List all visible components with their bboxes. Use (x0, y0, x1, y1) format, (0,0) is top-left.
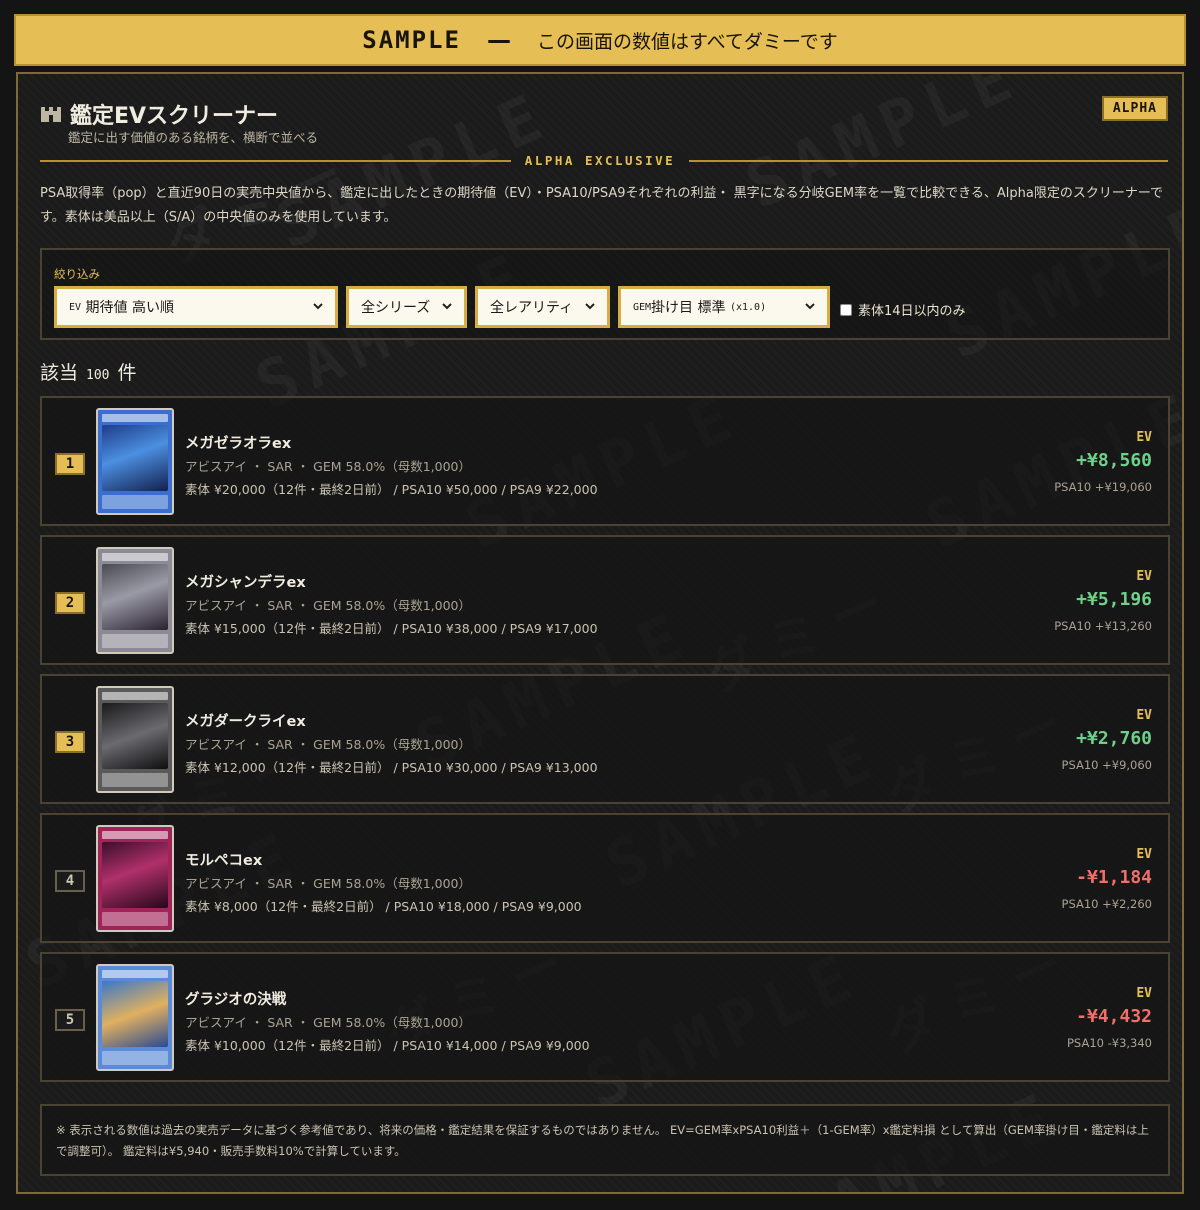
card-name: メガシャンデラex (185, 575, 306, 591)
table-row[interactable]: 1 メガゼラオラex アビスアイ ・ SAR ・ GEM 58.0%（母数1,000… (40, 396, 1170, 526)
table-row[interactable]: 2 メガシャンデラex アビスアイ ・ SAR ・ GEM 58.0%（母数1,00… (40, 535, 1170, 665)
filter-panel: 絞り込み EV 期待値 高い順 全シリーズ 全レアリティ GEM 掛け目 標準 (… (40, 248, 1170, 340)
castle-icon (40, 105, 62, 123)
screener-panel: SAMPLE SAMPLE SAMPLE SAMPLE SAMPLE SAMPL… (16, 72, 1184, 1194)
card-prices: 素体 ¥10,000（12件・最終2日前） / PSA10 ¥14,000 / … (185, 1038, 590, 1053)
footnote: ※ 表示される数値は過去の実売データに基づく参考値であり、将来の価格・鑑定結果を… (40, 1104, 1170, 1176)
card-prices: 素体 ¥20,000（12件・最終2日前） / PSA10 ¥50,000 / … (185, 482, 598, 497)
ev-value: +¥2,760 (1076, 728, 1152, 749)
sort-select[interactable]: EV 期待値 高い順 (54, 286, 338, 328)
card-name: メガダークライex (185, 714, 306, 730)
watermark: SAMPLE (266, 78, 562, 264)
table-row[interactable]: 3 メガダークライex アビスアイ ・ SAR ・ GEM 58.0%（母数1,00… (40, 674, 1170, 804)
screener-header: 鑑定EVスクリーナー (40, 98, 278, 130)
psa10-profit: PSA10 +¥2,260 (1061, 897, 1152, 911)
chevron-down-icon (585, 303, 595, 310)
card-thumbnail[interactable] (96, 686, 174, 793)
card-meta: アビスアイ ・ SAR ・ GEM 58.0%（母数1,000） (185, 876, 472, 891)
ev-value: +¥5,196 (1076, 589, 1152, 610)
banner-text: この画面の数値はすべてダミーです (536, 30, 838, 53)
card-meta: アビスアイ ・ SAR ・ GEM 58.0%（母数1,000） (185, 598, 472, 613)
banner-dash: — (486, 26, 511, 54)
table-row[interactable]: 4 モルペコex アビスアイ ・ SAR ・ GEM 58.0%（母数1,000） 素… (40, 813, 1170, 943)
ev-value: -¥1,184 (1076, 867, 1152, 888)
filter-label: 絞り込み (54, 267, 100, 281)
ev-label: EV (1136, 430, 1152, 445)
rarity-select[interactable]: 全レアリティ (475, 286, 610, 328)
rank-badge: 2 (55, 592, 85, 614)
card-thumbnail[interactable] (96, 408, 174, 515)
card-name: メガゼラオラex (185, 436, 292, 452)
card-prices: 素体 ¥15,000（12件・最終2日前） / PSA10 ¥38,000 / … (185, 621, 598, 636)
chevron-down-icon (442, 303, 452, 310)
psa10-profit: PSA10 +¥13,260 (1054, 619, 1152, 633)
card-meta: アビスアイ ・ SAR ・ GEM 58.0%（母数1,000） (185, 737, 472, 752)
rank-badge: 4 (55, 870, 85, 892)
card-prices: 素体 ¥12,000（12件・最終2日前） / PSA10 ¥30,000 / … (185, 760, 598, 775)
banner-sample-label: SAMPLE (362, 26, 461, 54)
chevron-down-icon (313, 303, 323, 310)
psa10-profit: PSA10 +¥9,060 (1061, 758, 1152, 772)
rank-badge: 5 (55, 1009, 85, 1031)
alpha-badge: ALPHA (1101, 96, 1168, 121)
card-prices: 素体 ¥8,000（12件・最終2日前） / PSA10 ¥18,000 / P… (185, 899, 582, 914)
checkbox-box[interactable] (840, 303, 852, 316)
card-meta: アビスアイ ・ SAR ・ GEM 58.0%（母数1,000） (185, 1015, 472, 1030)
card-name: グラジオの決戦 (185, 992, 287, 1008)
sample-banner: SAMPLE — この画面の数値はすべてダミーです (14, 14, 1186, 66)
page-subtitle: 鑑定に出す価値のある銘柄を、横断で並べる (68, 130, 319, 145)
series-select[interactable]: 全シリーズ (346, 286, 467, 328)
section-label: ALPHA EXCLUSIVE (18, 153, 1182, 168)
card-thumbnail[interactable] (96, 825, 174, 932)
chevron-down-icon (805, 303, 815, 310)
ev-label: EV (1136, 569, 1152, 584)
recent-14days-checkbox[interactable]: 素体14日以内のみ (840, 300, 966, 319)
rank-badge: 1 (55, 453, 85, 475)
ev-label: EV (1136, 708, 1152, 723)
card-thumbnail[interactable] (96, 964, 174, 1071)
table-row[interactable]: 5 グラジオの決戦アビスアイ ・ SAR ・ GEM 58.0%（母数1,000）… (40, 952, 1170, 1082)
card-meta: アビスアイ ・ SAR ・ GEM 58.0%（母数1,000） (185, 459, 472, 474)
psa10-profit: PSA10 -¥3,340 (1067, 1036, 1152, 1050)
gem-multiplier-select[interactable]: GEM 掛け目 標準 (x1.0) (618, 286, 830, 328)
card-thumbnail[interactable] (96, 547, 174, 654)
result-count: 該当 100 件 (40, 362, 137, 384)
rank-badge: 3 (55, 731, 85, 753)
ev-value: -¥4,432 (1076, 1006, 1152, 1027)
ev-value: +¥8,560 (1076, 450, 1152, 471)
description: PSA取得率（pop）と直近90日の実売中央値から、鑑定に出したときの期待値（E… (40, 186, 1164, 225)
psa10-profit: PSA10 +¥19,060 (1054, 480, 1152, 494)
card-name: モルペコex (185, 853, 263, 869)
ev-label: EV (1136, 847, 1152, 862)
ev-label: EV (1136, 986, 1152, 1001)
page-title: 鑑定EVスクリーナー (70, 104, 279, 129)
